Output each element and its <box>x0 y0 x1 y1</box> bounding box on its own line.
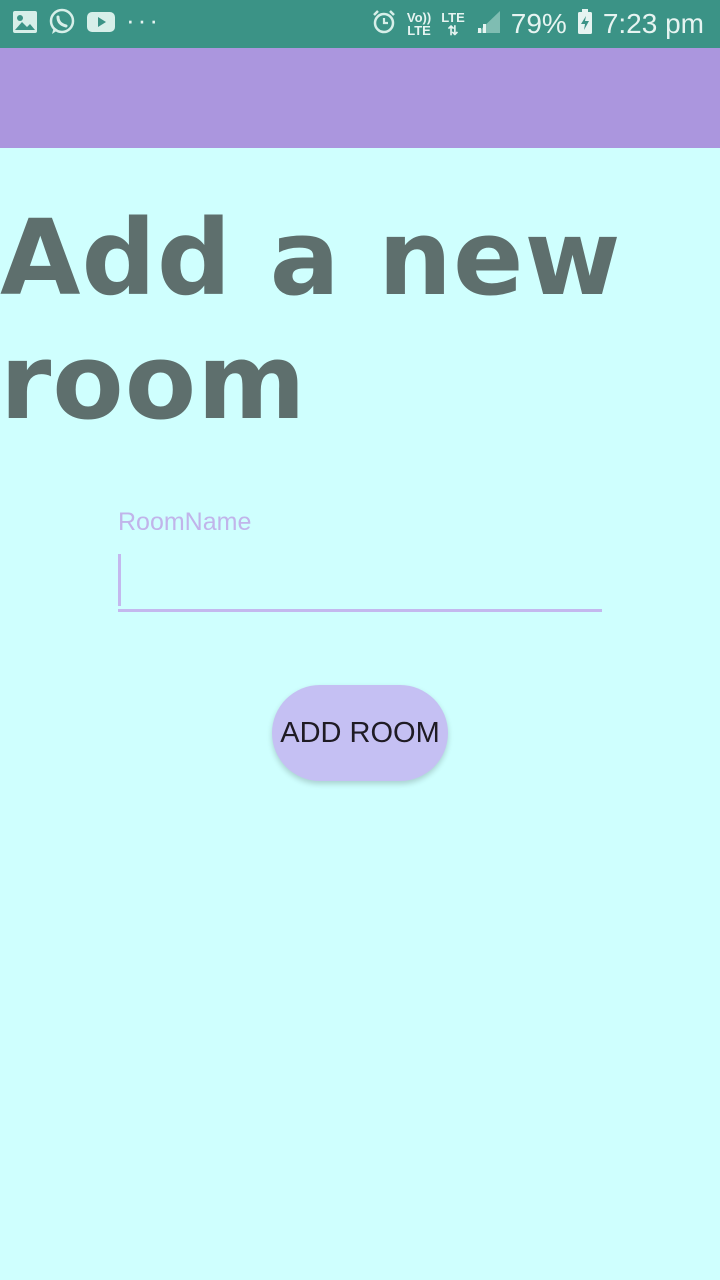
battery-icon <box>577 8 593 40</box>
page-title: Add a new room <box>0 197 622 443</box>
gallery-icon <box>12 10 38 39</box>
more-dots-icon: ··· <box>126 5 161 35</box>
whatsapp-icon <box>48 8 76 41</box>
data-arrows-icon: ⇅ <box>447 23 459 38</box>
signal-icon <box>475 10 501 39</box>
room-name-input[interactable] <box>118 550 602 612</box>
add-room-button[interactable]: ADD ROOM <box>272 685 448 781</box>
status-bar: ··· Vo)) LTE LTE ⇅ 79% 7:23 pm <box>0 0 720 48</box>
status-bar-system: Vo)) LTE LTE ⇅ 79% 7:23 pm <box>371 6 704 42</box>
clock: 7:23 pm <box>602 8 704 39</box>
battery-percent: 79% <box>510 8 567 39</box>
room-name-label: RoomName <box>118 508 252 536</box>
app-toolbar <box>0 48 720 148</box>
text-cursor <box>118 554 121 606</box>
lte-icon: LTE ⇅ <box>441 10 465 38</box>
youtube-icon <box>86 11 116 38</box>
volte-icon: Vo)) LTE <box>406 10 432 38</box>
status-bar-notifications: ··· <box>12 5 161 41</box>
alarm-icon <box>371 9 397 40</box>
